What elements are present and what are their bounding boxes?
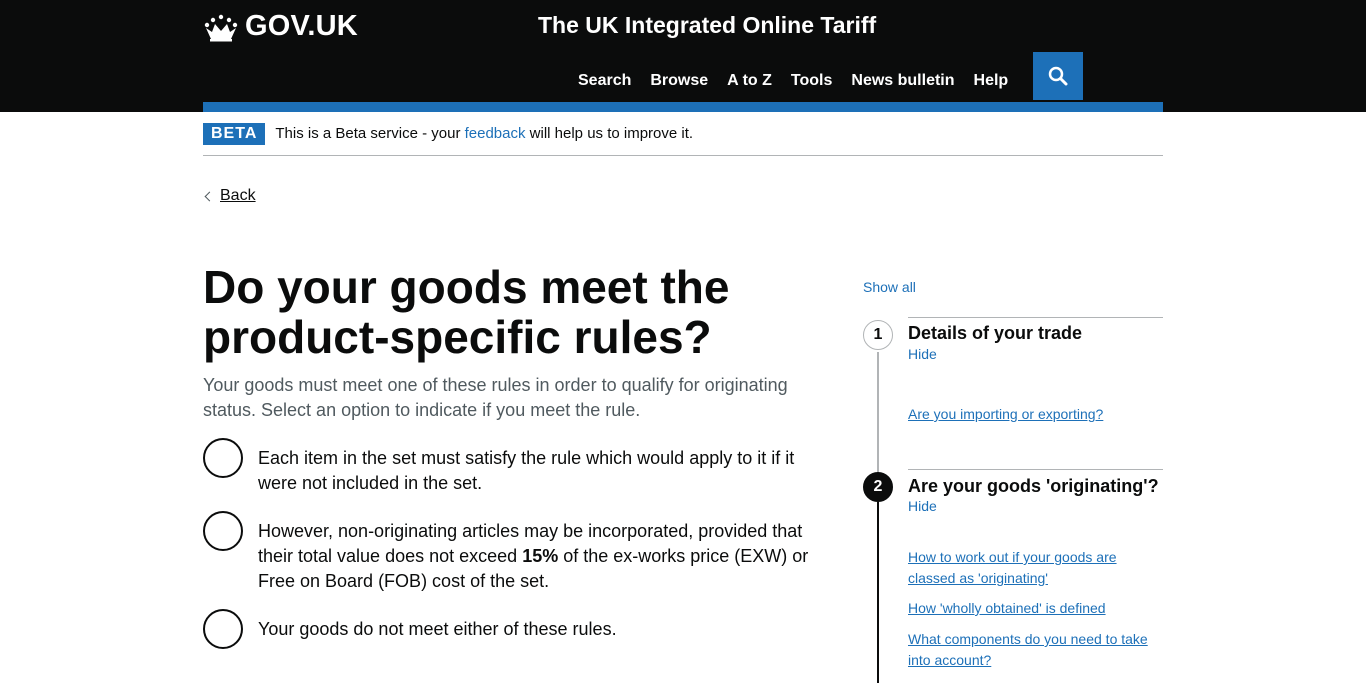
header-blue-bar (203, 102, 1163, 112)
phase-banner: BETA This is a Beta service - your feedb… (203, 112, 1163, 156)
header-container: GOV.UK The UK Integrated Online Tariff S… (203, 0, 1163, 112)
site-header: GOV.UK The UK Integrated Online Tariff S… (0, 0, 1366, 112)
step-number: 2 (863, 472, 893, 502)
step-link[interactable]: How 'wholly obtained' is defined (908, 598, 1158, 619)
radio-option-set-rule[interactable]: Each item in the set must satisfy the ru… (203, 438, 818, 496)
step-link[interactable]: Are you importing or exporting? (908, 404, 1158, 425)
radio-label[interactable]: Your goods do not meet either of these r… (258, 609, 818, 649)
page-lead: Your goods must meet one of these rules … (203, 375, 788, 420)
step-divider (908, 469, 1163, 470)
step-connector-line-active (877, 502, 879, 683)
radio-label[interactable]: Each item in the set must satisfy the ru… (258, 438, 818, 496)
step-link[interactable]: How to work out if your goods are classe… (908, 547, 1158, 589)
step-title[interactable]: Details of your trade (908, 323, 1082, 344)
show-all-link[interactable]: Show all (863, 279, 916, 295)
radio-option-not-met[interactable]: Your goods do not meet either of these r… (203, 609, 818, 649)
service-name[interactable]: The UK Integrated Online Tariff (538, 12, 876, 39)
beta-tag: BETA (203, 122, 266, 145)
logo-text: GOV.UK (245, 10, 358, 42)
nav-item-a-to-z[interactable]: A to Z (727, 72, 772, 90)
feedback-link[interactable]: feedback (465, 125, 526, 142)
main-nav: Search Browse A to Z Tools News bulletin… (578, 72, 1027, 90)
step-title[interactable]: Are your goods 'originating'? (908, 476, 1159, 497)
step-hide-toggle[interactable]: Hide (908, 498, 937, 514)
nav-item-help[interactable]: Help (974, 72, 1009, 90)
back-link[interactable]: Back (220, 187, 256, 205)
search-icon (1048, 66, 1068, 86)
radio-option-non-originating[interactable]: However, non-originating articles may be… (203, 511, 818, 594)
step-link[interactable]: What components do you need to take into… (908, 629, 1158, 671)
phase-text-before: This is a Beta service - your (275, 125, 465, 142)
step-divider (908, 317, 1163, 318)
search-button[interactable] (1033, 52, 1083, 100)
phase-text-after: will help us to improve it. (525, 125, 694, 142)
radio-button[interactable] (203, 609, 243, 649)
nav-item-tools[interactable]: Tools (791, 72, 832, 90)
crown-icon (204, 14, 238, 41)
phase-text: This is a Beta service - your feedback w… (275, 125, 693, 142)
radio-button[interactable] (203, 511, 243, 551)
nav-item-news-bulletin[interactable]: News bulletin (851, 72, 954, 90)
radio-label[interactable]: However, non-originating articles may be… (258, 511, 818, 594)
govuk-logo-link[interactable]: GOV.UK (203, 10, 358, 43)
radio-label-percentage: 15% (522, 546, 559, 566)
step-number: 1 (863, 320, 893, 350)
page-title: Do your goods meet the product-specific … (203, 261, 730, 363)
nav-item-search[interactable]: Search (578, 72, 631, 90)
back-link-container: Back (203, 187, 256, 205)
nav-item-browse[interactable]: Browse (650, 72, 708, 90)
chevron-left-icon (204, 191, 215, 201)
radio-button[interactable] (203, 438, 243, 478)
step-hide-toggle[interactable]: Hide (908, 346, 937, 362)
